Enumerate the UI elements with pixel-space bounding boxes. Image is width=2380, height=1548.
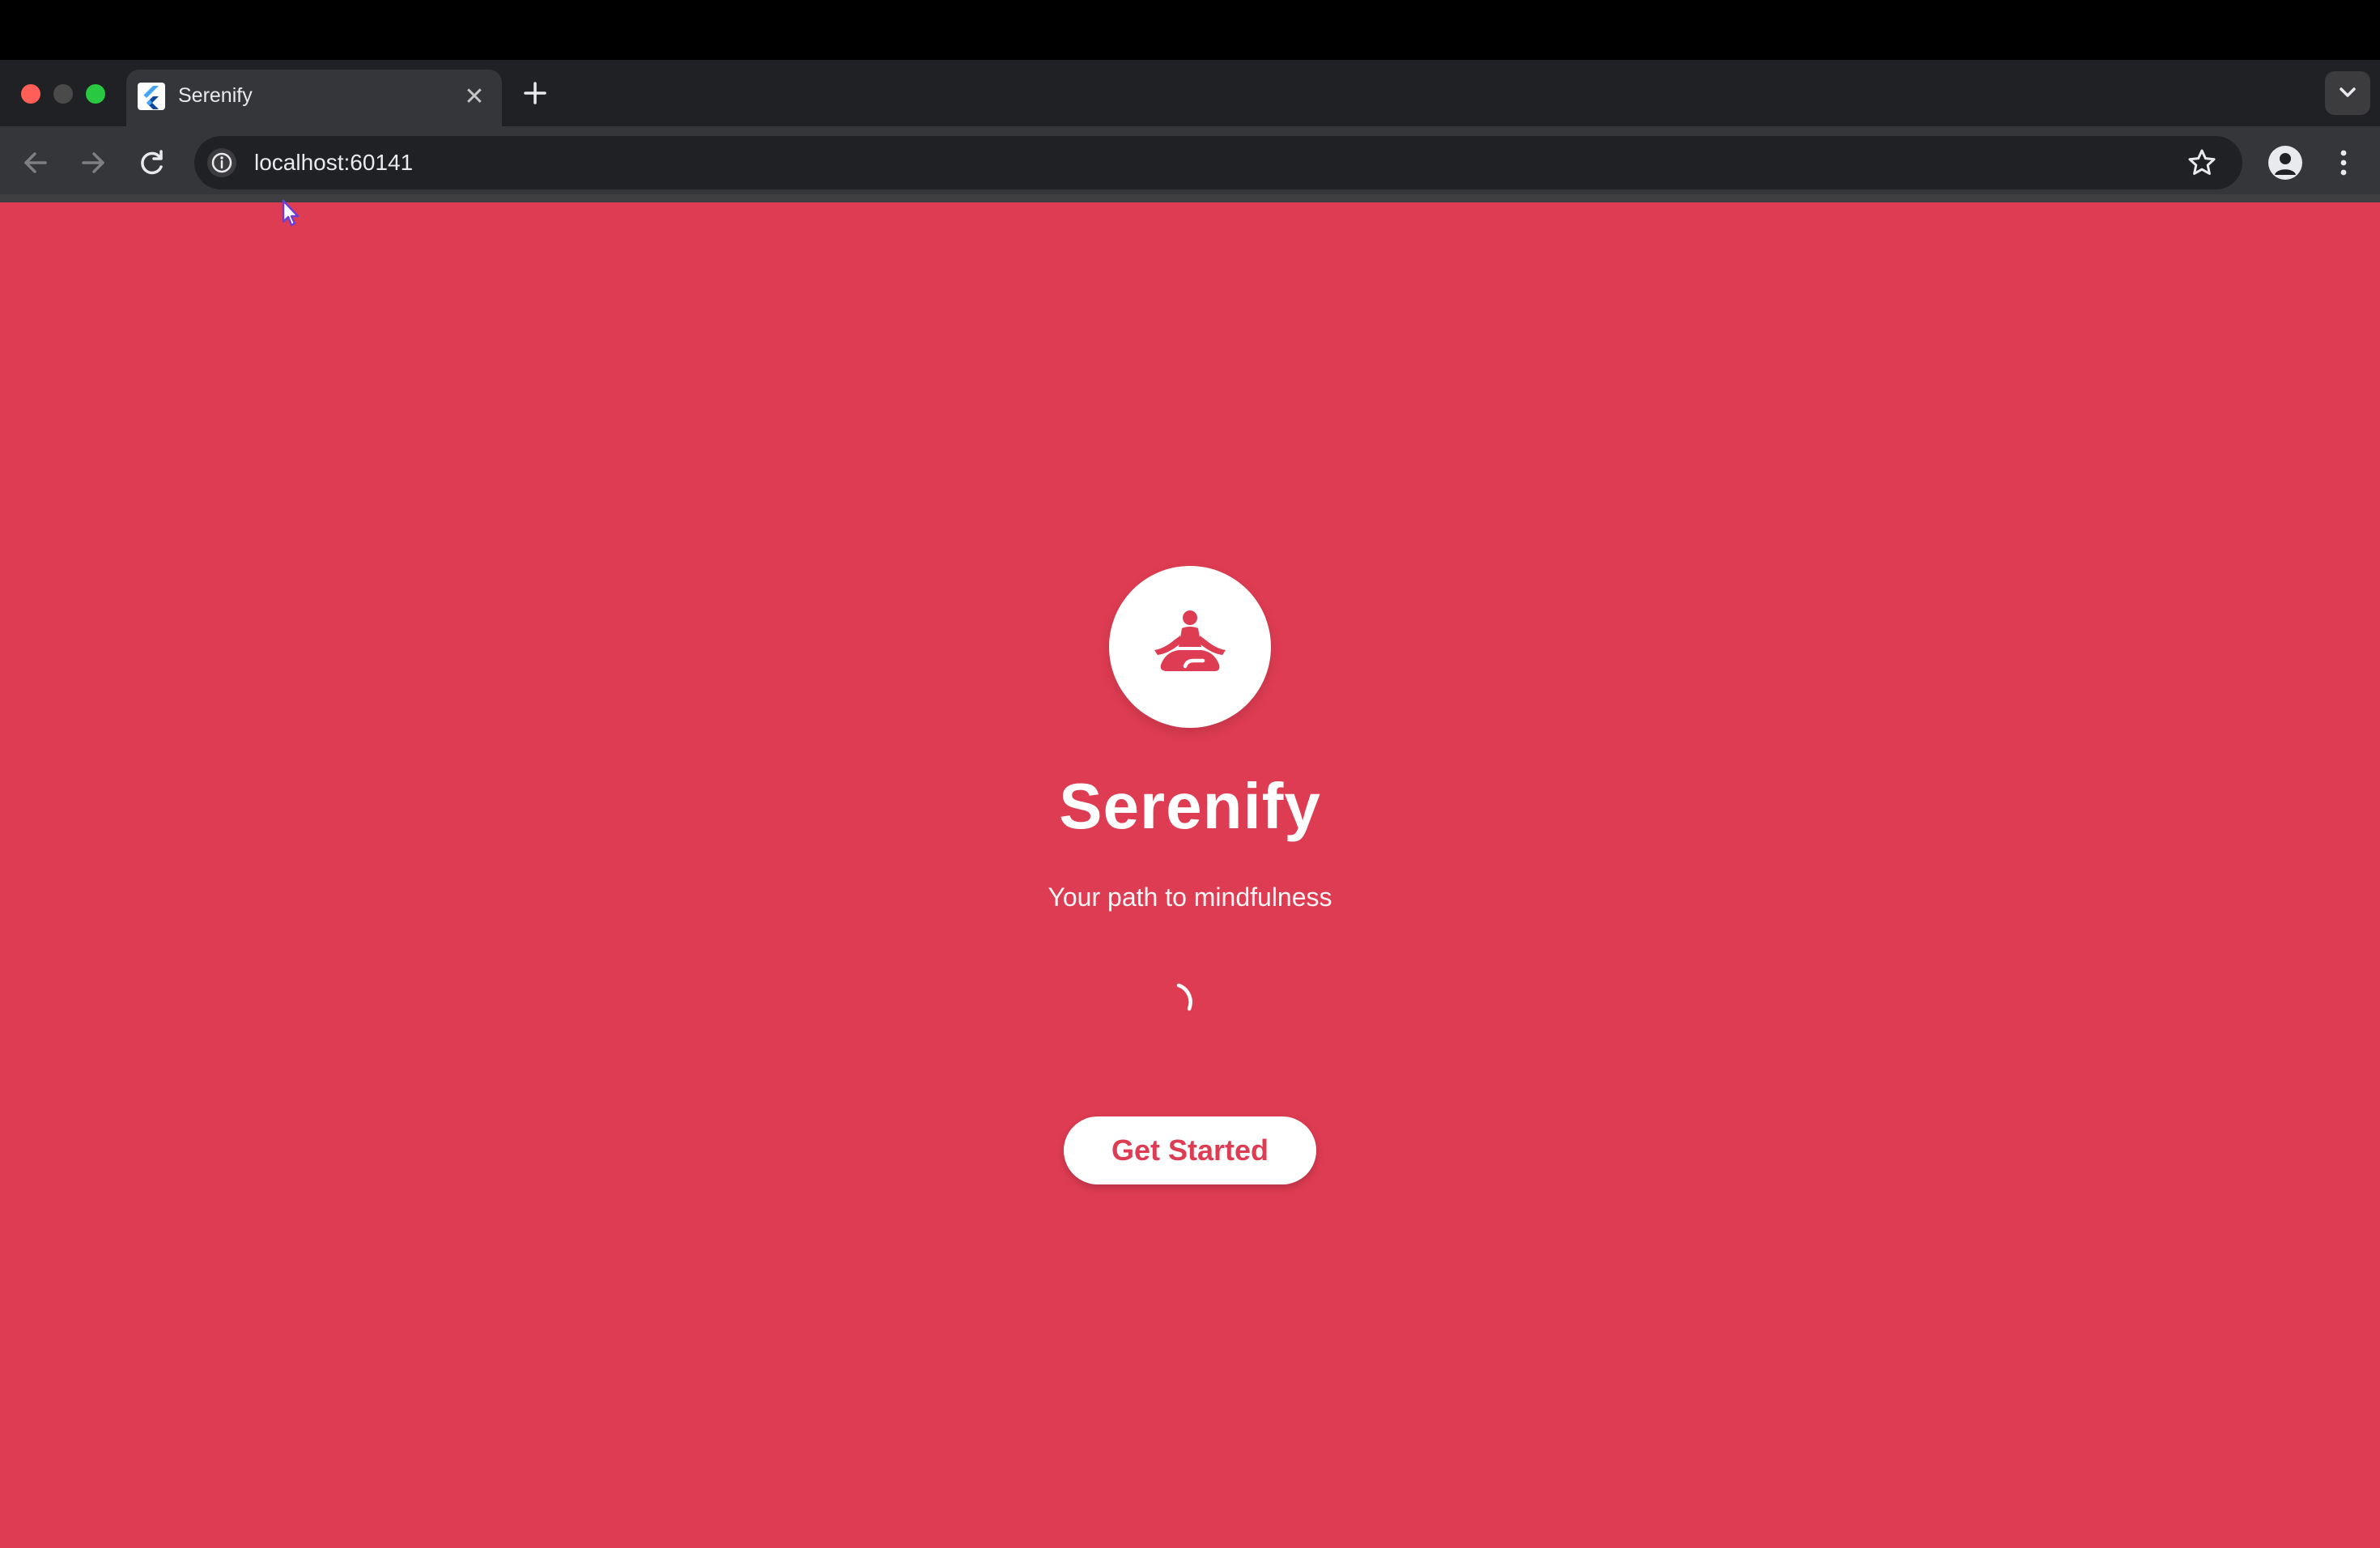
- minimize-window-button[interactable]: [53, 84, 73, 104]
- screen: Serenify ✕ localhost:60141 Serenify Your…: [0, 0, 2380, 1548]
- flutter-icon: [138, 83, 165, 110]
- forward-arrow-icon[interactable]: [73, 142, 113, 183]
- address-bar[interactable]: localhost:60141: [194, 136, 2242, 189]
- reload-icon[interactable]: [132, 142, 172, 183]
- address-bar-url: localhost:60141: [254, 150, 414, 175]
- plus-icon[interactable]: [518, 76, 552, 110]
- info-icon[interactable]: [207, 148, 236, 177]
- kebab-menu-icon[interactable]: [2331, 146, 2356, 180]
- meditation-icon: [1154, 610, 1226, 671]
- tab-close-icon[interactable]: ✕: [460, 83, 489, 112]
- tab-search-button[interactable]: [2325, 71, 2370, 115]
- app-tagline: Your path to mindfulness: [1048, 882, 1332, 912]
- mouse-cursor-icon: [281, 199, 302, 228]
- tab-serenify[interactable]: Serenify ✕: [126, 70, 502, 126]
- spinner-icon: [1166, 976, 1214, 1024]
- system-bar: [0, 0, 2380, 60]
- toolbar-divider: [0, 194, 2380, 202]
- back-arrow-icon[interactable]: [15, 142, 56, 183]
- chevron-down-icon: [2340, 87, 2356, 97]
- tab-title: Serenify: [178, 84, 253, 107]
- close-window-button[interactable]: [21, 84, 40, 104]
- app-logo: [1109, 566, 1271, 728]
- get-started-button[interactable]: Get Started: [1064, 1116, 1316, 1184]
- splash-screen: Serenify Your path to mindfulness Get St…: [0, 202, 2380, 1548]
- app-title: Serenify: [1059, 770, 1321, 842]
- star-icon[interactable]: [2186, 147, 2218, 179]
- maximize-window-button[interactable]: [86, 84, 105, 104]
- profile-icon[interactable]: [2268, 146, 2302, 180]
